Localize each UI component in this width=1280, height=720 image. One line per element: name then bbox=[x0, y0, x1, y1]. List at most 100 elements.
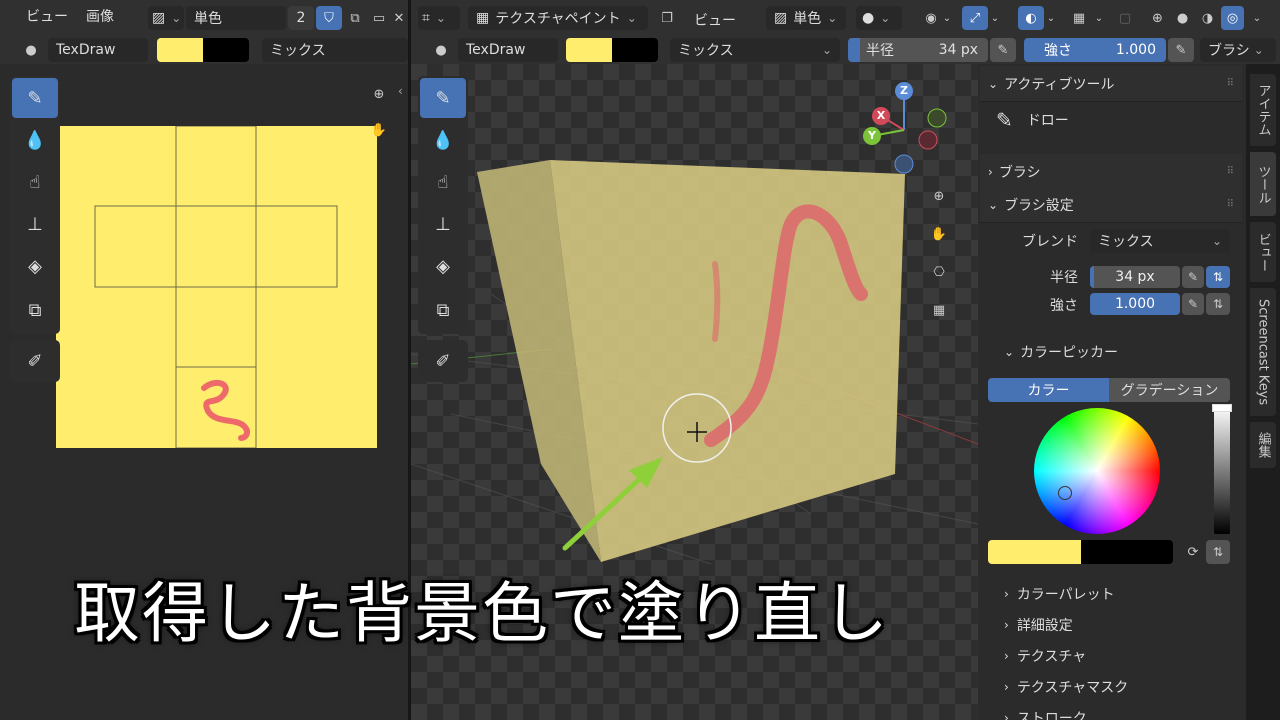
soften-tool-icon[interactable]: 💧 bbox=[420, 120, 466, 160]
solid-shading-icon[interactable]: ● bbox=[1171, 6, 1194, 30]
smear-tool-icon[interactable]: ☝ bbox=[12, 162, 58, 202]
radius-pressure-icon[interactable]: ✎ bbox=[990, 38, 1016, 62]
subsection-advanced[interactable]: › 詳細設定 bbox=[1004, 609, 1234, 640]
pan-hand-icon[interactable]: ✋ bbox=[366, 118, 392, 142]
mode-dropdown[interactable]: ▦ テクスチャペイント bbox=[468, 6, 648, 30]
menu-view[interactable]: ビュー bbox=[8, 6, 68, 26]
swap-colors-icon[interactable]: ⟳ bbox=[1180, 540, 1206, 564]
duplicate-image-icon[interactable]: ⧉ bbox=[342, 6, 368, 30]
panel-brush-settings[interactable]: ⌄ ブラシ設定 ⠿ bbox=[980, 187, 1242, 223]
viewport-color-swatches[interactable] bbox=[566, 38, 658, 62]
radius-field[interactable]: 半径 34 px bbox=[848, 38, 988, 62]
secondary-color-swatch[interactable] bbox=[203, 38, 249, 62]
brush-sphere-icon[interactable]: ● bbox=[18, 38, 44, 62]
sidebar-strength-field[interactable]: 1.000 bbox=[1090, 293, 1180, 315]
rendered-shading-icon[interactable]: ◎ bbox=[1221, 6, 1244, 30]
primary-color-swatch[interactable] bbox=[157, 38, 203, 62]
color-unit-icon[interactable]: ⇅ bbox=[1206, 540, 1230, 564]
value-slider[interactable] bbox=[1214, 406, 1230, 534]
image-browse-dropdown[interactable]: ▨ bbox=[148, 6, 184, 30]
drag-handle-icon[interactable]: ⠿ bbox=[1227, 199, 1234, 210]
checker-chevron-down-icon[interactable]: ⌄ bbox=[1092, 6, 1106, 30]
wireframe-shading-icon[interactable]: ⊕ bbox=[1146, 6, 1169, 30]
active-tool-row[interactable]: ✎ ドロー bbox=[996, 108, 1069, 132]
gizmo-z-axis[interactable]: Z bbox=[895, 82, 913, 100]
left-brush-name[interactable]: TexDraw bbox=[48, 38, 148, 62]
clone-tool-icon[interactable]: ⊥ bbox=[12, 204, 58, 244]
open-folder-icon[interactable]: ▭ bbox=[366, 6, 392, 30]
brush-sphere-icon[interactable]: ● bbox=[428, 38, 454, 62]
collapse-arrow-icon[interactable]: ‹ bbox=[398, 84, 403, 98]
xray-toggle-icon[interactable]: ▢ bbox=[1112, 6, 1138, 30]
gizmo-y-axis[interactable]: Y bbox=[863, 127, 881, 145]
fill-tool-icon[interactable]: ◈ bbox=[12, 246, 58, 286]
fill-tool-icon[interactable]: ◈ bbox=[420, 246, 466, 286]
subsection-texture-mask[interactable]: › テクスチャマスク bbox=[1004, 671, 1234, 702]
drag-handle-icon[interactable]: ⠿ bbox=[1227, 166, 1234, 177]
image-users-count[interactable]: 2 bbox=[288, 6, 314, 30]
brush-type-dropdown[interactable]: ● bbox=[856, 6, 902, 30]
mask-tool-icon[interactable]: ⧉ bbox=[12, 290, 58, 330]
zoom-icon[interactable]: ⊕ bbox=[366, 82, 392, 106]
navigation-gizmo[interactable]: Z X Y bbox=[858, 80, 950, 176]
tab-screencast-keys[interactable]: Screencast Keys bbox=[1250, 288, 1276, 416]
panel-active-tool[interactable]: ⌄ アクティブツール ⠿ bbox=[980, 66, 1242, 102]
shading-dropdown[interactable]: ▨ 単色 bbox=[766, 6, 846, 30]
menu-view-3d[interactable]: ビュー bbox=[694, 10, 736, 30]
overlay-chevron-down-icon[interactable]: ⌄ bbox=[1044, 6, 1058, 30]
panel-color-picker[interactable]: ⌄ カラーピッカー bbox=[1004, 342, 1118, 362]
drag-handle-icon[interactable]: ⠿ bbox=[1227, 78, 1234, 89]
tab-edit[interactable]: 編集 bbox=[1250, 422, 1276, 468]
secondary-color-swatch[interactable] bbox=[612, 38, 658, 62]
texture-image[interactable] bbox=[56, 125, 377, 449]
material-shading-icon[interactable]: ◑ bbox=[1196, 6, 1219, 30]
strength-unit-icon[interactable]: ⇅ bbox=[1206, 293, 1230, 315]
perspective-grid-icon[interactable]: ▦ bbox=[926, 298, 952, 322]
annotate-tool-icon[interactable]: ✐ bbox=[420, 341, 466, 381]
tab-tool[interactable]: ツール bbox=[1250, 152, 1276, 216]
close-icon[interactable]: ✕ bbox=[390, 6, 408, 30]
viewport-brush-name[interactable]: TexDraw bbox=[458, 38, 558, 62]
subsection-palette[interactable]: › カラーパレット bbox=[1004, 578, 1234, 609]
subsection-texture[interactable]: › テクスチャ bbox=[1004, 640, 1234, 671]
annotate-tool-icon[interactable]: ✐ bbox=[12, 341, 58, 381]
xray-icon[interactable]: ❐ bbox=[654, 6, 680, 30]
radius-pressure-icon[interactable]: ✎ bbox=[1182, 266, 1204, 288]
camera-icon[interactable]: ⎔ bbox=[926, 260, 952, 284]
color-wheel[interactable] bbox=[1034, 408, 1160, 534]
pan-hand-icon[interactable]: ✋ bbox=[926, 222, 952, 246]
zoom-icon[interactable]: ⊕ bbox=[926, 184, 952, 208]
gizmo-x-axis[interactable]: X bbox=[872, 107, 890, 125]
clone-tool-icon[interactable]: ⊥ bbox=[420, 204, 466, 244]
gizmo-toggle-icon[interactable]: ⤢ bbox=[962, 6, 988, 30]
draw-tool-icon[interactable]: ✎ bbox=[12, 78, 58, 118]
tab-item[interactable]: アイテム bbox=[1250, 74, 1276, 146]
primary-color-swatch[interactable] bbox=[988, 540, 1081, 564]
image-name-field[interactable]: 単色 bbox=[186, 6, 286, 30]
checker-icon[interactable]: ▦ bbox=[1066, 6, 1092, 30]
left-blend-dropdown[interactable]: ミックス bbox=[262, 38, 408, 62]
sidebar-blend-dropdown[interactable]: ミックス ⌄ bbox=[1090, 229, 1230, 253]
gizmo-chevron-down-icon[interactable]: ⌄ bbox=[988, 6, 1002, 30]
cube[interactable] bbox=[477, 160, 905, 562]
subsection-stroke[interactable]: › ストローク bbox=[1004, 702, 1234, 720]
fake-user-shield-icon[interactable]: ⛉ bbox=[316, 6, 342, 30]
soften-tool-icon[interactable]: 💧 bbox=[12, 120, 58, 160]
brush-menu[interactable]: ブラシ ⌄ bbox=[1200, 38, 1276, 62]
strength-pressure-icon[interactable]: ✎ bbox=[1168, 38, 1194, 62]
draw-tool-icon[interactable]: ✎ bbox=[420, 78, 466, 118]
sidebar-radius-field[interactable]: 34 px bbox=[1090, 266, 1180, 288]
overlay-toggle-icon[interactable]: ◐ bbox=[1018, 6, 1044, 30]
panel-brush[interactable]: › ブラシ ⠿ bbox=[980, 154, 1242, 190]
color-tab[interactable]: カラー bbox=[988, 378, 1109, 402]
strength-pressure-icon[interactable]: ✎ bbox=[1182, 293, 1204, 315]
viewport-blend-dropdown[interactable]: ミックス bbox=[670, 38, 840, 62]
left-color-swatches[interactable] bbox=[157, 38, 249, 62]
gradient-tab[interactable]: グラデーション bbox=[1109, 378, 1230, 402]
primary-color-swatch[interactable] bbox=[566, 38, 612, 62]
editor-type-dropdown[interactable]: ⌗ bbox=[418, 6, 460, 30]
mask-tool-icon[interactable]: ⧉ bbox=[420, 290, 466, 330]
tab-view[interactable]: ビュー bbox=[1250, 222, 1276, 282]
smear-tool-icon[interactable]: ☝ bbox=[420, 162, 466, 202]
shading-chevron-down-icon[interactable]: ⌄ bbox=[1250, 6, 1264, 30]
